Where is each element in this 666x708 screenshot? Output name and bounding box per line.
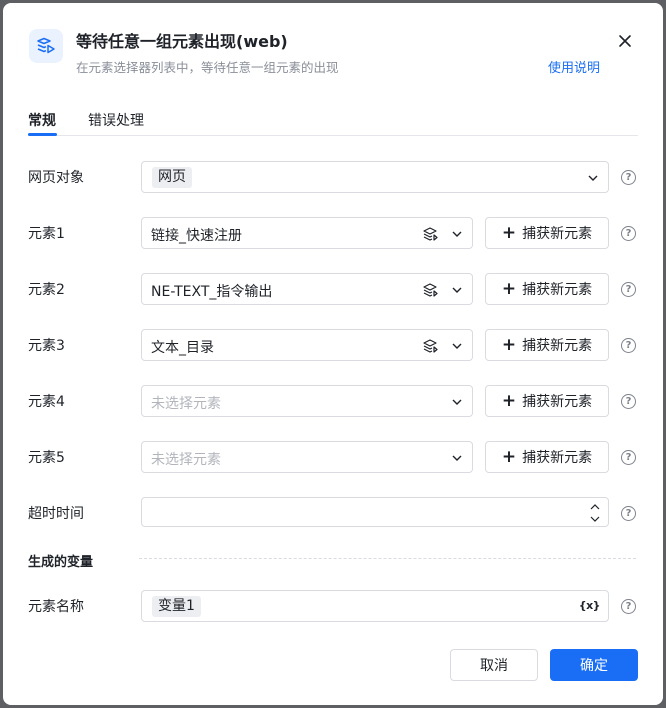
chevron-down-icon [452,343,462,349]
dialog-subtitle: 在元素选择器列表中，等待任意一组元素的出现 [76,60,339,75]
web-object-select[interactable]: 网页 [141,161,609,193]
help-icon[interactable]: ? [621,170,636,185]
section-title-generated-vars: 生成的变量 [28,555,94,570]
help-link[interactable]: 使用说明 [548,57,600,76]
ok-button[interactable]: 确定 [550,649,638,681]
capture-element-4-button[interactable]: + 捕获新元素 [485,385,609,417]
element-5-select[interactable]: 未选择元素 [141,441,473,473]
chevron-down-icon [452,399,462,405]
element-1-label: 元素1 [28,226,65,242]
help-icon[interactable]: ? [621,450,636,465]
element-4-label: 元素4 [28,394,65,410]
plus-icon: + [501,391,517,411]
capture-element-1-button[interactable]: + 捕获新元素 [485,217,609,249]
cancel-button[interactable]: 取消 [450,649,538,681]
element-1-select[interactable]: 链接_快速注册 [141,217,473,249]
help-icon[interactable]: ? [621,226,636,241]
element-1-value: 链接_快速注册 [151,228,242,244]
timeout-input[interactable] [141,497,609,527]
help-icon[interactable]: ? [621,599,636,614]
element-2-label: 元素2 [28,282,65,298]
close-button[interactable] [614,30,636,52]
capture-element-3-button[interactable]: + 捕获新元素 [485,329,609,361]
help-icon[interactable]: ? [621,338,636,353]
capture-button-label: 捕获新元素 [522,394,593,410]
capture-element-5-button[interactable]: + 捕获新元素 [485,441,609,473]
element-5-placeholder: 未选择元素 [151,452,221,468]
row-web-object: 网页对象 网页 ? [3,161,663,193]
section-divider [139,558,636,559]
tab-error-handling[interactable]: 错误处理 [88,110,144,130]
element-2-value: NE-TEXT_指令输出 [151,284,273,300]
chevron-down-icon [452,287,462,293]
element-3-select[interactable]: 文本_目录 [141,329,473,361]
row-timeout: 超时时间 ? [3,497,663,529]
element-4-select[interactable]: 未选择元素 [141,385,473,417]
number-stepper-icon[interactable] [589,501,601,525]
chevron-down-icon [588,175,598,181]
row-element-4: 元素4 未选择元素 + 捕获新元素 ? [3,385,663,417]
plus-icon: + [501,279,517,299]
element-5-label: 元素5 [28,450,65,466]
variable-icon[interactable]: {x} [579,599,601,612]
dialog: 等待任意一组元素出现(web) 在元素选择器列表中，等待任意一组元素的出现 使用… [3,3,663,705]
element-library-icon[interactable] [422,338,438,354]
row-element-1: 元素1 链接_快速注册 + 捕获新元素 ? [3,217,663,249]
help-icon[interactable]: ? [621,394,636,409]
element-name-label: 元素名称 [28,599,84,615]
tab-general[interactable]: 常规 [28,110,56,130]
plus-icon: + [501,335,517,355]
capture-button-label: 捕获新元素 [522,338,593,354]
element-wait-icon [29,29,63,63]
element-3-value: 文本_目录 [151,340,214,356]
dialog-title: 等待任意一组元素出现(web) [76,32,288,51]
chevron-down-icon [452,455,462,461]
help-icon[interactable]: ? [621,506,636,521]
capture-button-label: 捕获新元素 [522,226,593,242]
variable-chip: 变量1 [152,596,201,617]
element-2-select[interactable]: NE-TEXT_指令输出 [141,273,473,305]
row-element-2: 元素2 NE-TEXT_指令输出 + 捕获新元素 ? [3,273,663,305]
web-object-value-chip: 网页 [152,167,192,188]
help-icon[interactable]: ? [621,282,636,297]
plus-icon: + [501,447,517,467]
web-object-label: 网页对象 [28,170,84,186]
row-element-5: 元素5 未选择元素 + 捕获新元素 ? [3,441,663,473]
element-3-label: 元素3 [28,338,65,354]
close-icon [619,35,631,47]
row-element-name: 元素名称 变量1 {x} ? [3,590,663,622]
timeout-label: 超时时间 [28,506,84,522]
active-tab-indicator [28,133,57,136]
capture-element-2-button[interactable]: + 捕获新元素 [485,273,609,305]
tab-bar: 常规 错误处理 [28,99,638,136]
capture-button-label: 捕获新元素 [522,450,593,466]
element-library-icon[interactable] [422,226,438,242]
row-element-3: 元素3 文本_目录 + 捕获新元素 ? [3,329,663,361]
element-library-icon[interactable] [422,282,438,298]
capture-button-label: 捕获新元素 [522,282,593,298]
element-name-input[interactable]: 变量1 {x} [141,590,609,622]
plus-icon: + [501,223,517,243]
element-4-placeholder: 未选择元素 [151,396,221,412]
chevron-down-icon [452,231,462,237]
